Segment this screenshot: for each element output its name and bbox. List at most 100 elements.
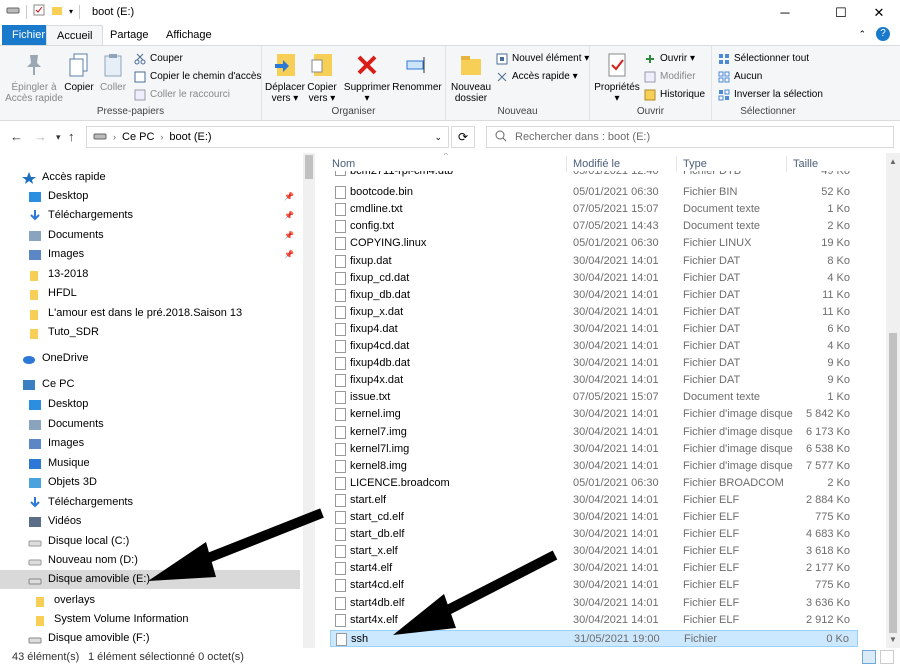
file-row[interactable]: COPYING.linux 05/01/2021 06:30 Fichier LIN… [330, 235, 858, 252]
file-row[interactable]: bootcode.bin 05/01/2021 06:30 Fichier BIN 5… [330, 184, 858, 201]
easy-access-button[interactable]: Accès rapide ▾ [496, 69, 578, 85]
open-button[interactable]: Ouvrir ▾ [644, 51, 695, 67]
file-row[interactable]: cmdline.txt 07/05/2021 15:07 Document text… [330, 201, 858, 218]
file-row[interactable]: LICENCE.broadcom 05/01/2021 06:30 Fichier … [330, 475, 858, 492]
large-icons-view-icon[interactable] [880, 650, 894, 664]
file-row[interactable]: bcm2711-rpi-cm4.dtb 05/01/2021 12:40 Fichi… [330, 171, 858, 181]
properties-check-icon[interactable] [33, 4, 45, 19]
new-item-button[interactable]: Nouvel élément ▾ [496, 51, 589, 67]
nav-item[interactable]: System Volume Information [0, 610, 300, 629]
file-row[interactable]: config.txt 07/05/2021 14:43 Document texte… [330, 218, 858, 235]
close-button[interactable]: ✕ [856, 0, 900, 25]
nav-item[interactable]: Disque local (C:) [0, 532, 300, 551]
nav-item[interactable]: Disque amovible (E:) [0, 570, 300, 589]
nav-item[interactable]: Objets 3D [0, 473, 300, 492]
nav-item[interactable]: Ce PC [0, 375, 300, 394]
file-row[interactable]: fixup_db.dat 30/04/2021 14:01 Fichier DAT 1… [330, 287, 858, 304]
file-row[interactable]: kernel8.img 30/04/2021 14:01 Fichier d'ima… [330, 458, 858, 475]
copy-to-button[interactable]: Copier vers ▾ [306, 50, 338, 104]
file-row[interactable]: start_cd.elf 30/04/2021 14:01 Fichier ELF 7… [330, 509, 858, 526]
nav-item[interactable]: Documents 📌 [0, 226, 300, 245]
pin-icon[interactable]: 📌 [284, 245, 294, 264]
tab-accueil[interactable]: Accueil [46, 25, 104, 45]
nav-item[interactable]: overlays [0, 591, 300, 610]
file-list-scrollbar[interactable]: ▲ ▼ [886, 153, 900, 648]
nav-item[interactable]: HFDL [0, 284, 300, 303]
column-header-type[interactable]: Type [683, 153, 707, 173]
column-header-name[interactable]: Nom [332, 153, 355, 173]
file-row[interactable]: kernel7l.img 30/04/2021 14:01 Fichier d'im… [330, 441, 858, 458]
minimize-button[interactable]: ─ [762, 0, 808, 25]
paste-button[interactable]: Coller [98, 50, 128, 93]
cut-button[interactable]: Couper [134, 51, 183, 67]
tab-affichage[interactable]: Affichage [156, 25, 222, 45]
copy-button[interactable]: Copier [64, 50, 94, 93]
column-header-date[interactable]: Modifié le [573, 153, 620, 173]
pin-icon[interactable]: 📌 [284, 226, 294, 245]
file-row[interactable]: start4x.elf 30/04/2021 14:01 Fichier ELF 2 … [330, 612, 858, 629]
move-to-button[interactable]: Déplacer vers ▾ [264, 50, 306, 104]
file-row[interactable]: start4db.elf 30/04/2021 14:01 Fichier ELF 3… [330, 595, 858, 612]
nav-item[interactable]: Desktop [0, 395, 300, 414]
select-none-button[interactable]: Aucun [718, 69, 762, 85]
nav-item[interactable]: Disque amovible (F:) [0, 629, 300, 648]
nav-item[interactable]: 13-2018 [0, 265, 300, 284]
edit-button[interactable]: Modifier [644, 69, 696, 85]
refresh-button[interactable]: ⟳ [451, 126, 475, 148]
file-row[interactable]: fixup4db.dat 30/04/2021 14:01 Fichier DAT 9… [330, 355, 858, 372]
delete-button[interactable]: Supprimer ▾ [342, 50, 392, 104]
new-folder-button[interactable]: Nouveau dossier [448, 50, 494, 104]
nav-item[interactable]: Musique [0, 454, 300, 473]
nav-item[interactable]: Téléchargements 📌 [0, 206, 300, 225]
column-header-size[interactable]: Taille [793, 153, 818, 173]
rename-button[interactable]: Renommer [392, 50, 442, 93]
help-icon[interactable]: ? [876, 27, 890, 41]
file-row[interactable]: kernel.img 30/04/2021 14:01 Fichier d'imag… [330, 406, 858, 423]
back-arrow-icon[interactable]: ← [10, 129, 23, 144]
nav-scrollbar[interactable] [303, 153, 315, 648]
nav-item[interactable]: Vidéos [0, 512, 300, 531]
file-row[interactable]: fixup4cd.dat 30/04/2021 14:01 Fichier DAT 4… [330, 338, 858, 355]
properties-button[interactable]: Propriétés ▾ [592, 50, 642, 104]
file-row[interactable]: fixup_cd.dat 30/04/2021 14:01 Fichier DAT 4… [330, 270, 858, 287]
paste-shortcut-button[interactable]: Coller le raccourci [134, 87, 230, 103]
nav-item[interactable]: Accès rapide [0, 168, 300, 187]
nav-item[interactable]: Images [0, 434, 300, 453]
pin-icon[interactable]: 📌 [284, 187, 294, 206]
ribbon-collapse-icon[interactable]: ⌃ [858, 29, 866, 40]
recent-locations-chevron-icon[interactable]: ▾ [56, 132, 61, 143]
file-row[interactable]: fixup_x.dat 30/04/2021 14:01 Fichier DAT 11… [330, 304, 858, 321]
file-row[interactable]: fixup.dat 30/04/2021 14:01 Fichier DAT 8 Ko [330, 253, 858, 270]
nav-item[interactable]: Nouveau nom (D:) [0, 551, 300, 570]
tab-partage[interactable]: Partage [100, 25, 159, 45]
forward-arrow-icon[interactable]: → [34, 129, 47, 144]
file-row[interactable]: ssh 31/05/2021 19:00 Fichier 0 Ko [330, 629, 858, 647]
nav-item[interactable]: Images 📌 [0, 245, 300, 264]
file-row[interactable]: start4.elf 30/04/2021 14:01 Fichier ELF 2 1… [330, 560, 858, 577]
file-row[interactable]: issue.txt 07/05/2021 15:07 Document texte 1… [330, 389, 858, 406]
file-row[interactable]: start_db.elf 30/04/2021 14:01 Fichier ELF 4… [330, 526, 858, 543]
search-input[interactable]: Rechercher dans : boot (E:) [486, 126, 894, 148]
file-row[interactable]: start_x.elf 30/04/2021 14:01 Fichier ELF 3 … [330, 543, 858, 560]
copy-path-button[interactable]: Copier le chemin d'accès [134, 69, 261, 85]
chevron-down-icon[interactable]: ▾ [69, 7, 73, 16]
nav-item[interactable]: Tuto_SDR [0, 323, 300, 342]
select-all-button[interactable]: Sélectionner tout [718, 51, 809, 67]
pin-icon[interactable]: 📌 [284, 206, 294, 225]
file-row[interactable]: start.elf 30/04/2021 14:01 Fichier ELF 2 88… [330, 492, 858, 509]
file-row[interactable]: fixup4.dat 30/04/2021 14:01 Fichier DAT 6 K… [330, 321, 858, 338]
nav-item[interactable]: Téléchargements [0, 493, 300, 512]
pin-quick-access-button[interactable]: Épingler à Accès rapide [4, 50, 64, 104]
file-row[interactable]: kernel7.img 30/04/2021 14:01 Fichier d'ima… [330, 424, 858, 441]
nav-item[interactable]: OneDrive [0, 349, 300, 368]
history-button[interactable]: Historique [644, 87, 705, 103]
breadcrumb-boot[interactable]: boot (E:) [169, 131, 211, 143]
folder-icon[interactable] [51, 4, 63, 19]
invert-selection-button[interactable]: Inverser la sélection [718, 87, 823, 103]
nav-item[interactable]: Desktop 📌 [0, 187, 300, 206]
breadcrumb-ce-pc[interactable]: Ce PC [122, 131, 154, 143]
nav-item[interactable]: Documents [0, 415, 300, 434]
up-arrow-icon[interactable]: ↑ [68, 129, 75, 144]
address-bar[interactable]: › Ce PC › boot (E:) ⌄ [86, 126, 449, 148]
file-row[interactable]: start4cd.elf 30/04/2021 14:01 Fichier ELF 7… [330, 577, 858, 594]
